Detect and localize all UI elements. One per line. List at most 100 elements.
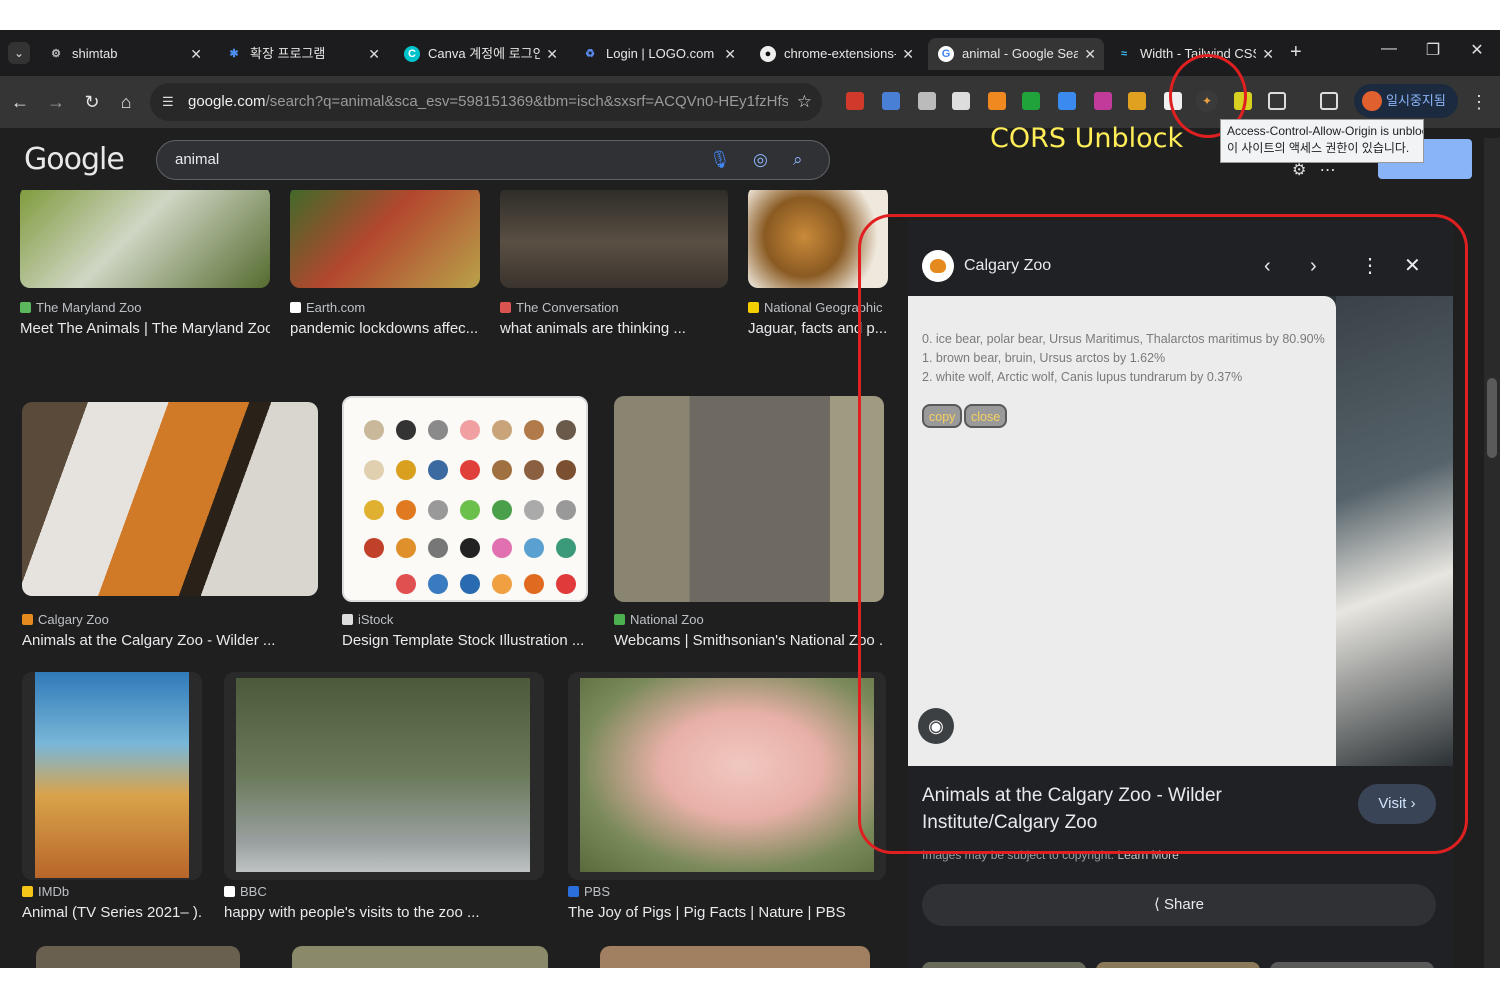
result-title[interactable]: Webcams | Smithsonian's National Zoo ... xyxy=(614,632,884,649)
tab-search-icon[interactable]: ⌄ xyxy=(8,42,30,64)
result-image[interactable] xyxy=(35,672,189,878)
result-image-frame[interactable] xyxy=(568,672,886,880)
panel-source-label: Calgary Zoo xyxy=(964,257,1052,275)
result-image[interactable] xyxy=(36,946,240,968)
result-source: Earth.com xyxy=(290,300,365,315)
result-title[interactable]: Meet The Animals | The Maryland Zoo xyxy=(20,320,270,337)
related-thumbnail[interactable] xyxy=(922,962,1086,968)
result-source: National Geographic xyxy=(748,300,888,315)
prediction-line: 1. brown bear, bruin, Ursus arctos by 1.… xyxy=(922,351,1166,365)
browser-menu-icon[interactable]: ⋮ xyxy=(1470,90,1488,114)
search-icon[interactable]: ⌕ xyxy=(793,141,803,179)
result-title[interactable]: Animal (TV Series 2021– )... xyxy=(22,904,202,921)
related-thumbnail[interactable] xyxy=(1270,962,1434,968)
close-icon[interactable]: ✕ xyxy=(190,38,202,70)
new-tab-button[interactable]: + xyxy=(1290,42,1302,62)
source-label: Earth.com xyxy=(306,300,366,315)
prediction-line: 0. ice bear, polar bear, Ursus Maritimus… xyxy=(922,332,1325,346)
close-icon[interactable]: ✕ xyxy=(724,38,736,70)
result-image[interactable] xyxy=(22,402,318,596)
header-settings-icons[interactable]: ⚙ ⋯ xyxy=(1292,160,1336,180)
result-image-frame[interactable] xyxy=(22,672,202,880)
search-input[interactable]: animal xyxy=(175,141,219,179)
address-bar[interactable]: ☰ google.com/search?q=animal&sca_esv=598… xyxy=(150,83,822,121)
scrollbar-thumb[interactable] xyxy=(1487,378,1497,458)
extension-translate-icon[interactable] xyxy=(882,92,900,110)
result-image[interactable] xyxy=(292,946,548,968)
result-image[interactable] xyxy=(748,190,888,288)
result-image[interactable] xyxy=(342,396,588,602)
result-image[interactable] xyxy=(614,396,884,602)
tab-google-search[interactable]: G animal - Google Sea ✕ xyxy=(928,38,1104,70)
extension-p-icon[interactable] xyxy=(1094,92,1112,110)
extension-tooltip: Access-Control-Allow-Origin is unblocked… xyxy=(1220,119,1424,163)
close-icon[interactable]: ✕ xyxy=(368,38,380,70)
more-options-icon[interactable]: ⋮ xyxy=(1360,252,1380,280)
lens-icon[interactable]: ◎ xyxy=(753,141,768,179)
page-scrollbar[interactable] xyxy=(1484,138,1500,968)
result-image[interactable] xyxy=(290,190,480,288)
restore-icon[interactable]: ❐ xyxy=(1418,40,1448,60)
tab-shimtab[interactable]: ⚙ shimtab ✕ xyxy=(38,38,210,70)
profile-chip[interactable]: 일시중지됨 xyxy=(1354,84,1458,118)
result-image[interactable] xyxy=(500,190,728,288)
site-favicon-icon xyxy=(290,302,301,313)
result-title[interactable]: pandemic lockdowns affec... xyxy=(290,320,480,337)
tab-logo[interactable]: ♻ Login | LOGO.com ✕ xyxy=(572,38,744,70)
close-icon[interactable]: ✕ xyxy=(546,38,558,70)
panel-title[interactable]: Animals at the Calgary Zoo - Wilder Inst… xyxy=(922,782,1342,836)
tab-canva[interactable]: C Canva 계정에 로그인 ✕ xyxy=(394,38,566,70)
close-panel-icon[interactable]: ✕ xyxy=(1404,252,1421,280)
result-title[interactable]: Jaguar, facts and p... xyxy=(748,320,888,337)
site-info-icon[interactable]: ☰ xyxy=(162,93,180,111)
share-button[interactable]: ⟨ Share xyxy=(922,884,1436,926)
result-image[interactable] xyxy=(600,946,870,968)
back-icon[interactable]: ← xyxy=(8,90,32,114)
extension-orange-icon[interactable] xyxy=(988,92,1006,110)
search-box[interactable]: animal 🎙 ◎ ⌕ xyxy=(156,140,830,180)
next-icon[interactable]: › xyxy=(1310,252,1317,280)
panel-source[interactable]: Calgary Zoo xyxy=(922,250,1051,282)
minimize-icon[interactable]: — xyxy=(1374,40,1404,58)
result-title[interactable]: what animals are thinking ... xyxy=(500,320,728,337)
result-image[interactable] xyxy=(580,678,874,872)
close-button[interactable]: close xyxy=(964,404,1008,428)
extension-folder-icon[interactable] xyxy=(1128,92,1146,110)
result-image-frame[interactable] xyxy=(224,672,544,880)
extension-chart-icon[interactable] xyxy=(1058,92,1076,110)
result-title[interactable]: The Joy of Pigs | Pig Facts | Nature | P… xyxy=(568,904,886,921)
result-image[interactable] xyxy=(236,678,530,872)
result-title[interactable]: Design Template Stock Illustration ... xyxy=(342,632,588,649)
visit-button[interactable]: Visit › xyxy=(1358,784,1436,824)
bookmark-star-icon[interactable]: ☆ xyxy=(797,83,812,121)
copy-button[interactable]: copy xyxy=(922,404,963,428)
side-panel-icon[interactable] xyxy=(1320,92,1338,110)
home-icon[interactable]: ⌂ xyxy=(114,90,138,114)
lens-search-icon[interactable]: ◉ xyxy=(918,708,954,744)
extension-fox-icon[interactable] xyxy=(952,92,970,110)
google-logo[interactable]: Google xyxy=(24,142,125,177)
microphone-icon[interactable]: 🎙 xyxy=(709,141,731,179)
result-title[interactable]: happy with people's visits to the zoo ..… xyxy=(224,904,544,921)
extensions-puzzle-icon[interactable] xyxy=(1268,92,1286,110)
close-icon[interactable]: ✕ xyxy=(902,38,914,70)
preview-image[interactable]: 0. ice bear, polar bear, Ursus Maritimus… xyxy=(908,296,1453,766)
tab-title: shimtab xyxy=(72,46,118,61)
extension-gray-icon[interactable] xyxy=(918,92,936,110)
reload-icon[interactable]: ↻ xyxy=(80,90,104,114)
previous-icon[interactable]: ‹ xyxy=(1264,252,1271,280)
result-image[interactable] xyxy=(20,190,270,288)
close-icon[interactable]: ✕ xyxy=(1262,38,1274,70)
extension-red-icon[interactable] xyxy=(846,92,864,110)
close-icon[interactable]: ✕ xyxy=(1084,38,1096,70)
tab-github[interactable]: ● chrome-extensions-s ✕ xyxy=(750,38,922,70)
forward-icon[interactable]: → xyxy=(44,90,68,114)
extension-green-icon[interactable] xyxy=(1022,92,1040,110)
result-title[interactable]: Animals at the Calgary Zoo - Wilder ... xyxy=(22,632,318,649)
url-text[interactable]: google.com/search?q=animal&sca_esv=59815… xyxy=(188,83,788,121)
copyright-notice: Images may be subject to copyright. Lear… xyxy=(922,848,1179,862)
related-thumbnail[interactable] xyxy=(1096,962,1260,968)
window-close-icon[interactable]: ✕ xyxy=(1462,40,1492,60)
tab-extensions[interactable]: ✱ 확장 프로그램 ✕ xyxy=(216,38,388,70)
learn-more-link[interactable]: Learn More xyxy=(1117,848,1178,862)
